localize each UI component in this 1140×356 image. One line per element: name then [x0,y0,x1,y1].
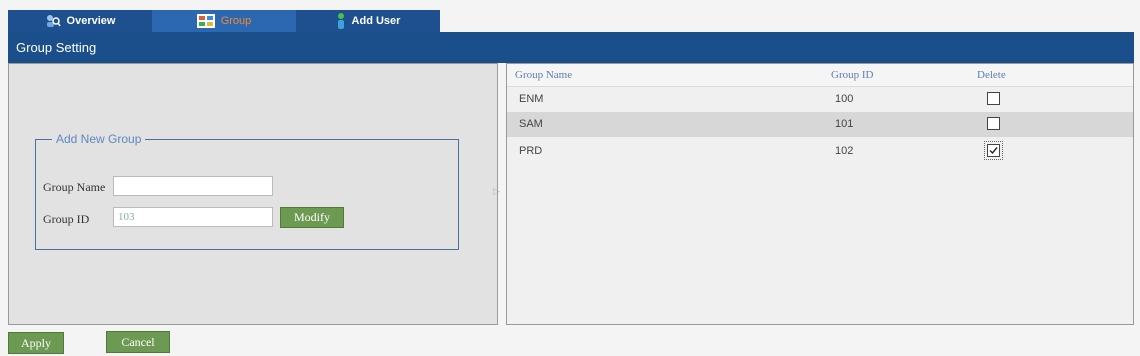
group-id-cell: 102 [835,145,854,157]
page-title: Group Setting [16,40,97,55]
tab-group[interactable]: Group [152,10,296,32]
add-new-group-legend: Add New Group [56,132,142,146]
cancel-button[interactable]: Cancel [106,331,170,353]
table-header: Group Name Group ID Delete [507,64,1133,87]
tab-add-user-label: Add User [351,15,401,27]
group-id-cell: 101 [835,118,854,130]
delete-checkbox[interactable] [987,92,1000,105]
group-name-cell: ENM [519,93,544,105]
group-grid-icon [196,14,215,28]
column-header-delete: Delete [977,69,1006,81]
column-header-group-name: Group Name [515,69,573,81]
modify-button[interactable]: Modify [280,207,344,228]
delete-checkbox[interactable] [984,141,1003,160]
user-magnifier-icon [45,14,61,28]
collapse-arrow-icon[interactable]: ▷ [493,186,500,197]
delete-checkbox[interactable] [987,117,1000,130]
table-row: SAM 101 [507,112,1133,137]
tab-group-label: Group [220,15,252,27]
group-id-label: Group ID [43,212,90,226]
tab-bar: Overview Group Add User [8,10,440,32]
group-name-input[interactable] [113,176,273,196]
tab-overview[interactable]: Overview [8,10,152,32]
apply-button[interactable]: Apply [8,332,64,354]
table-row: ENM 100 [507,87,1133,112]
table-row: PRD 102 [507,139,1133,164]
add-user-icon [336,13,346,29]
column-header-group-id: Group ID [831,69,874,81]
tab-overview-label: Overview [66,15,116,27]
group-name-label: Group Name [43,180,106,194]
group-table: Group Name Group ID Delete ENM 100 SAM 1… [506,63,1134,325]
group-name-cell: SAM [519,118,543,130]
group-name-cell: PRD [519,145,543,157]
checkmark-icon [989,147,998,155]
page-header: Group Setting [8,32,1134,63]
tab-add-user[interactable]: Add User [296,10,440,32]
group-id-input[interactable]: 103 [113,207,273,227]
add-group-panel: Add New Group Group Name Group ID 103 Mo… [8,63,498,325]
group-id-cell: 100 [835,93,854,105]
